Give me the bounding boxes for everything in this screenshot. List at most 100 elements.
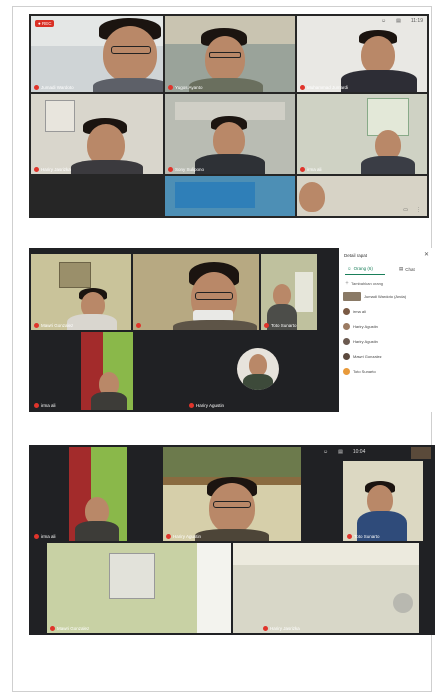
video-tile[interactable] [81,332,133,410]
mic-muted-icon [34,403,39,408]
list-item[interactable]: Jumadi Wardoto (Anda) [343,292,406,301]
participant-face [213,122,245,158]
participant-name: Hariry Agustin [353,324,378,329]
video-tile[interactable]: ☺ ▤ 11:19 Muhammad Jumardi [297,16,427,92]
tile-name-label: Hariry Agustin [173,534,202,539]
chat-icon[interactable]: ▤ [396,18,401,24]
list-item[interactable]: Hariry Agustin [343,338,378,345]
video-tile[interactable]: Hariry Jasrizka [31,94,163,174]
participant-name: Jumadi Wardoto (Anda) [364,294,407,299]
avatar [343,323,350,330]
video-tile[interactable]: ☺ ▤ 10:04 Toto Sunarto [303,447,433,541]
avatar [343,292,361,301]
tile-name: irma ali [300,167,322,172]
list-item[interactable]: Toto Sunarto [343,368,376,375]
tile-name-label: Jumadi Wardoto [41,85,74,90]
mic-muted-icon [166,534,171,539]
participant-face [299,182,325,212]
tile-name: Mawri Gonzalez [50,626,89,631]
video-tile[interactable]: Toto Sunarto [261,254,317,330]
tile-name-label: Mawri Gonzalez [41,323,74,328]
captions-icon[interactable]: ▭ [403,207,408,213]
video-tile[interactable]: Yugos Ayanto [165,16,295,92]
self-view-thumbnail[interactable] [411,447,431,459]
video-grid-screenshot-2: Mawri Gonzalez Toto Sunarto irma ali Har… [29,248,435,412]
tab-people[interactable]: ☺ Orang (6) [347,266,373,271]
video-tile[interactable]: Mawri Gonzalez [47,543,231,633]
tile-name [136,323,143,328]
participant-name: Mawri Gonzalez [353,354,382,359]
participant-face [273,284,291,306]
tile-name-label: Muhammad Jumardi [307,85,349,90]
clock-label: 11:19 [410,18,423,24]
tile-name: Sony Sulipono [168,167,204,172]
video-tile[interactable]: Mawri Gonzalez [31,254,131,330]
mic-muted-icon [34,167,39,172]
tile-name-label: Toto Sunarto [354,534,380,539]
tab-chat-label: Chat [405,266,415,272]
video-tile[interactable]: irma ali [31,447,161,541]
video-tile[interactable]: irma ali [297,94,427,174]
people-icon[interactable]: ☺ [323,449,328,455]
mic-muted-icon [168,167,173,172]
tile-name: Muhammad Jumardi [300,85,348,90]
video-grid-screenshot-1: ● REC Jumadi Wardoto Yugos Ayanto ☺ ▤ 11:… [29,14,429,218]
participant-name: irma ali [353,309,366,314]
meeting-details-panel: Detail rapat ✕ ☺ Orang (6) ▤ Chat ＋ Tambahk… [339,248,435,412]
tile-name-label: Hariry Jasrizka [41,167,71,172]
more-options-icon[interactable]: ⋮ [416,207,421,213]
video-tile[interactable]: ▭ ⋮ [297,176,427,216]
tile-name-label: irma ali [41,403,56,408]
mic-muted-icon [300,167,305,172]
list-item[interactable]: Mawri Gonzalez [343,353,382,360]
people-icon[interactable]: ☺ [381,18,386,24]
mic-muted-icon [300,85,305,90]
list-item[interactable]: irma ali [343,308,366,315]
panel-title: Detail rapat [344,253,368,258]
avatar [343,338,350,345]
video-tile[interactable] [165,176,295,216]
tab-chat[interactable]: ▤ Chat [399,266,415,272]
avatar [343,353,350,360]
rec-badge: ● REC [35,20,55,27]
mic-muted-icon [34,85,39,90]
tile-name: Mawri Gonzalez [34,323,73,328]
tile-name: Hariry Agustin [189,403,224,408]
tile-name: Toto Sunarto [347,534,380,539]
participant-face [361,36,395,74]
mic-muted-icon [50,626,55,631]
tile-name: Hariry Jasrizka [34,167,71,172]
video-tile[interactable]: ● REC Jumadi Wardoto [31,16,163,92]
video-tile[interactable]: irma ali [31,332,79,410]
chat-icon[interactable]: ▤ [338,449,343,455]
mic-muted-icon [264,323,269,328]
mic-muted-icon [347,534,352,539]
rec-badge-label: ● REC [38,21,52,26]
tab-people-label: Orang (6) [353,266,373,271]
people-icon: ☺ [347,266,352,271]
tile-name-label: Hariry Jasrizka [270,626,300,631]
tile-name: Hariry Jasrizka [263,626,300,631]
participant-name: Hariry Agustin [353,339,378,344]
chat-icon: ▤ [399,266,404,271]
tile-name-label: Yugos Ayanto [175,85,203,90]
tile-name: irma ali [34,403,56,408]
top-bar-icons: ☺ ▤ 11:19 [381,18,423,24]
tile-name-label: Sony Sulipono [175,167,205,172]
add-people-button[interactable]: ＋ Tambahkan orang [345,280,383,286]
video-tile[interactable]: Hariry Jasrizka [233,543,419,633]
video-tile[interactable] [133,254,259,330]
participant-face [209,483,255,533]
video-tile[interactable]: Hariry Agustin [135,332,317,410]
close-icon[interactable]: ✕ [424,251,429,258]
avatar [237,348,279,390]
video-tile[interactable]: Hariry Agustin [163,447,301,541]
mic-muted-icon [136,323,141,328]
video-grid-screenshot-3: irma ali Hariry Agustin ☺ ▤ 10:04 Toto Su… [29,445,435,635]
clock-label: 10:04 [352,449,366,455]
mic-muted-icon [263,626,268,631]
list-item[interactable]: Hariry Agustin [343,323,378,330]
video-tile[interactable]: Sony Sulipono [165,94,295,174]
add-people-label: Tambahkan orang [351,280,384,286]
tile-name-label: irma ali [307,167,322,172]
